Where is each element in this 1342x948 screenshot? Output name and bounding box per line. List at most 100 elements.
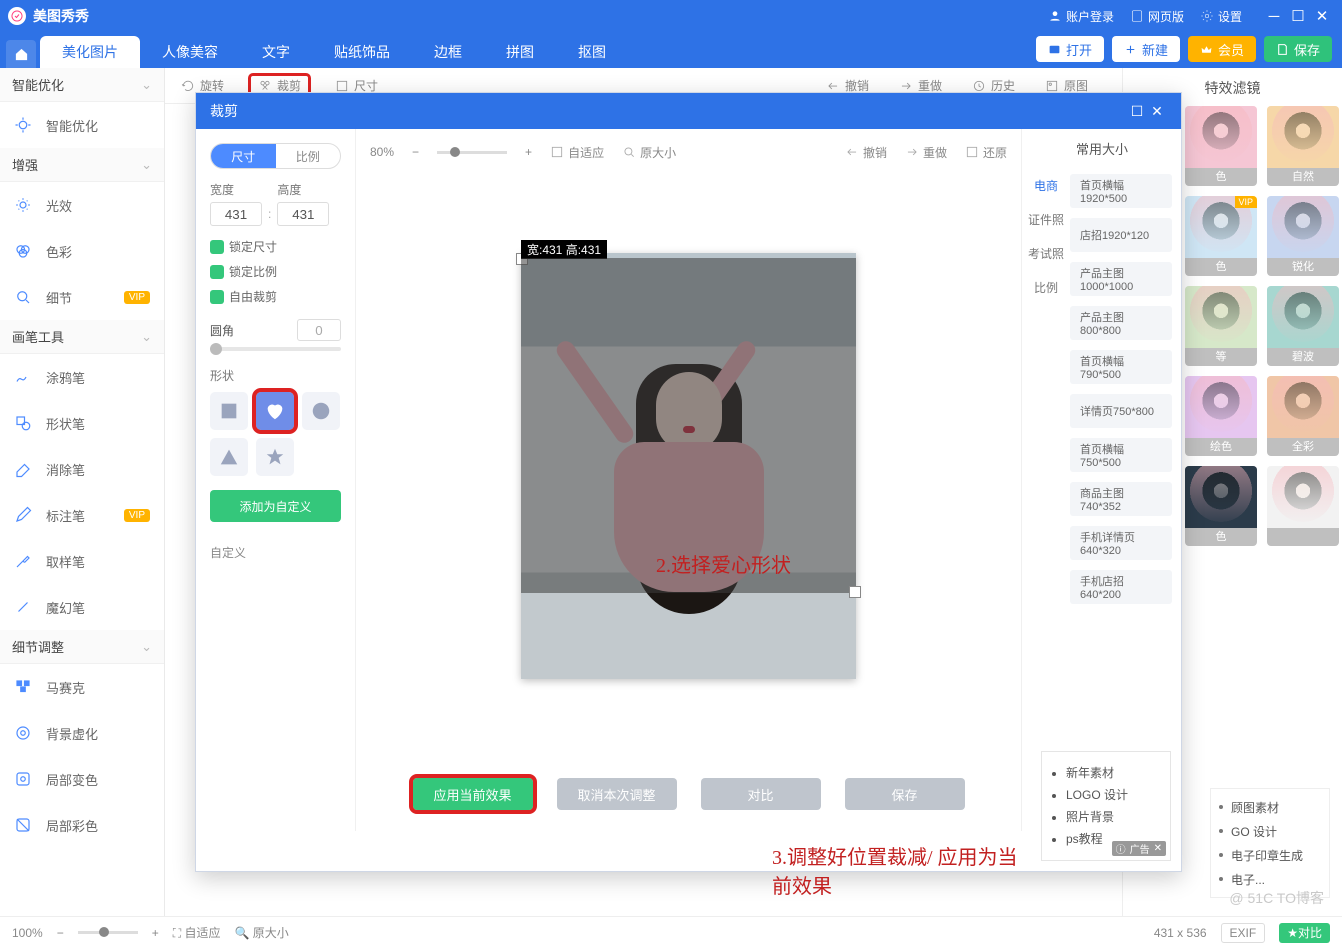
sidebar-item-sample[interactable]: 取样笔 [0, 538, 164, 584]
filter-thumb[interactable]: 色VIP [1185, 196, 1257, 276]
sidebar-item-light[interactable]: 光效 [0, 182, 164, 228]
status-zoom-in[interactable]: + [152, 926, 159, 940]
height-input[interactable] [277, 202, 329, 226]
group-enhance[interactable]: 增强⌄ [0, 148, 164, 182]
preset-item[interactable]: 详情页750*800 [1070, 394, 1172, 428]
crop-restore[interactable]: 还原 [965, 144, 1007, 161]
width-input[interactable] [210, 202, 262, 226]
segment-ratio[interactable]: 比例 [276, 144, 341, 168]
lock-ratio[interactable]: 锁定比例 [210, 263, 277, 280]
group-smart[interactable]: 智能优化⌄ [0, 68, 164, 102]
open-button[interactable]: 打开 [1036, 36, 1104, 62]
crop-photo[interactable]: 宽:431 高:431 [521, 253, 856, 679]
sidebar-item-smart[interactable]: 智能优化 [0, 102, 164, 148]
member-button[interactable]: 会员 [1188, 36, 1256, 62]
add-custom-button[interactable]: 添加为自定义 [210, 490, 341, 522]
tab-text[interactable]: 文字 [240, 36, 312, 68]
shape-circle[interactable] [302, 392, 340, 430]
ad-item[interactable]: LOGO 设计 [1066, 784, 1160, 806]
status-zoom-out[interactable]: − [57, 926, 64, 940]
tab-beautify[interactable]: 美化图片 [40, 36, 140, 68]
sidebar-item-mosaic[interactable]: 马赛克 [0, 664, 164, 710]
group-brush[interactable]: 画笔工具⌄ [0, 320, 164, 354]
sidebar-item-recolor[interactable]: 局部变色 [0, 756, 164, 802]
shape-triangle[interactable] [210, 438, 248, 476]
crop-bounds[interactable]: 宽:431 高:431 [521, 258, 856, 593]
list-item[interactable]: GO 设计 [1219, 819, 1321, 843]
filter-thumb[interactable]: 绘色 [1185, 376, 1257, 456]
crop-save-button[interactable]: 保存 [845, 778, 965, 810]
login-button[interactable]: 账户登录 [1048, 8, 1114, 25]
save-button[interactable]: 保存 [1264, 36, 1332, 62]
tab-collage[interactable]: 拼图 [484, 36, 556, 68]
round-slider[interactable] [210, 347, 341, 351]
filter-thumb[interactable]: 碧波 [1267, 286, 1339, 366]
settings-button[interactable]: 设置 [1200, 8, 1242, 25]
close-icon[interactable]: ✕ [1310, 9, 1334, 24]
size-ratio-segment[interactable]: 尺寸 比例 [210, 143, 341, 169]
crop-fit[interactable]: 自适应 [550, 144, 604, 161]
cancel-button[interactable]: 取消本次调整 [557, 778, 677, 810]
preset-item[interactable]: 首页横幅1920*500 [1070, 174, 1172, 208]
sidebar-item-annotate[interactable]: 标注笔VIP [0, 492, 164, 538]
crop-zoom-in[interactable]: + [525, 145, 532, 159]
shape-square[interactable] [210, 392, 248, 430]
preset-tab-ecom[interactable]: 电商 [1022, 168, 1070, 202]
preset-item[interactable]: 首页横幅750*500 [1070, 438, 1172, 472]
preset-item[interactable]: 店招1920*120 [1070, 218, 1172, 252]
sidebar-item-shapebrush[interactable]: 形状笔 [0, 400, 164, 446]
filter-thumb[interactable]: 锐化 [1267, 196, 1339, 276]
sidebar-item-doodle[interactable]: 涂鸦笔 [0, 354, 164, 400]
lock-size[interactable]: 锁定尺寸 [210, 238, 277, 255]
preset-tab-exam[interactable]: 考试照 [1022, 236, 1070, 270]
preset-item[interactable]: 手机店招640*200 [1070, 570, 1172, 604]
ad-close[interactable]: ⓘ广告 ✕ [1112, 841, 1166, 856]
preset-item[interactable]: 产品主图1000*1000 [1070, 262, 1172, 296]
group-detail[interactable]: 细节调整⌄ [0, 630, 164, 664]
tab-cutout[interactable]: 抠图 [556, 36, 628, 68]
preset-item[interactable]: 产品主图800*800 [1070, 306, 1172, 340]
filter-thumb[interactable]: 全彩 [1267, 376, 1339, 456]
shape-star[interactable] [256, 438, 294, 476]
sidebar-item-color[interactable]: 色彩 [0, 228, 164, 274]
dialog-maximize-icon[interactable]: ☐ [1127, 103, 1147, 120]
dialog-close-icon[interactable]: ✕ [1147, 103, 1167, 120]
ad-item[interactable]: 照片背景 [1066, 806, 1160, 828]
round-input[interactable] [297, 319, 341, 341]
list-item[interactable]: 电子印章生成 [1219, 843, 1321, 867]
status-zoom-slider[interactable] [78, 931, 138, 934]
free-crop[interactable]: 自由裁剪 [210, 288, 277, 305]
crop-zoom-slider[interactable] [437, 151, 507, 154]
status-orig[interactable]: 🔍 原大小 [234, 924, 288, 941]
filter-thumb[interactable]: 等 [1185, 286, 1257, 366]
list-item[interactable]: 顾图素材 [1219, 795, 1321, 819]
crop-redo[interactable]: 重做 [905, 144, 947, 161]
filter-thumb[interactable]: 色 [1185, 466, 1257, 546]
sidebar-item-magic[interactable]: 魔幻笔 [0, 584, 164, 630]
status-fit[interactable]: ⛶ 自适应 [173, 924, 221, 941]
preset-item[interactable]: 首页横幅790*500 [1070, 350, 1172, 384]
shape-heart[interactable] [256, 392, 294, 430]
tab-portrait[interactable]: 人像美容 [140, 36, 240, 68]
tab-border[interactable]: 边框 [412, 36, 484, 68]
preset-tab-ratio[interactable]: 比例 [1022, 270, 1070, 304]
crop-orig[interactable]: 原大小 [622, 144, 676, 161]
tab-sticker[interactable]: 贴纸饰品 [312, 36, 412, 68]
new-button[interactable]: 新建 [1112, 36, 1180, 62]
sidebar-item-partialcolor[interactable]: 局部彩色 [0, 802, 164, 848]
crop-undo[interactable]: 撤销 [845, 144, 887, 161]
preset-item[interactable]: 手机详情页640*320 [1070, 526, 1172, 560]
filter-thumb[interactable] [1267, 466, 1339, 546]
preset-tab-id[interactable]: 证件照 [1022, 202, 1070, 236]
status-compare[interactable]: ★对比 [1279, 923, 1330, 943]
segment-size[interactable]: 尺寸 [211, 144, 276, 168]
maximize-icon[interactable]: ☐ [1286, 9, 1310, 24]
crop-zoom-out[interactable]: − [412, 145, 419, 159]
minimize-icon[interactable]: ─ [1262, 9, 1286, 24]
sidebar-item-detail[interactable]: 细节VIP [0, 274, 164, 320]
apply-button[interactable]: 应用当前效果 [413, 778, 533, 810]
home-button[interactable] [6, 40, 36, 68]
exif-button[interactable]: EXIF [1221, 923, 1266, 943]
sidebar-item-erase[interactable]: 消除笔 [0, 446, 164, 492]
preset-item[interactable]: 商品主图740*352 [1070, 482, 1172, 516]
